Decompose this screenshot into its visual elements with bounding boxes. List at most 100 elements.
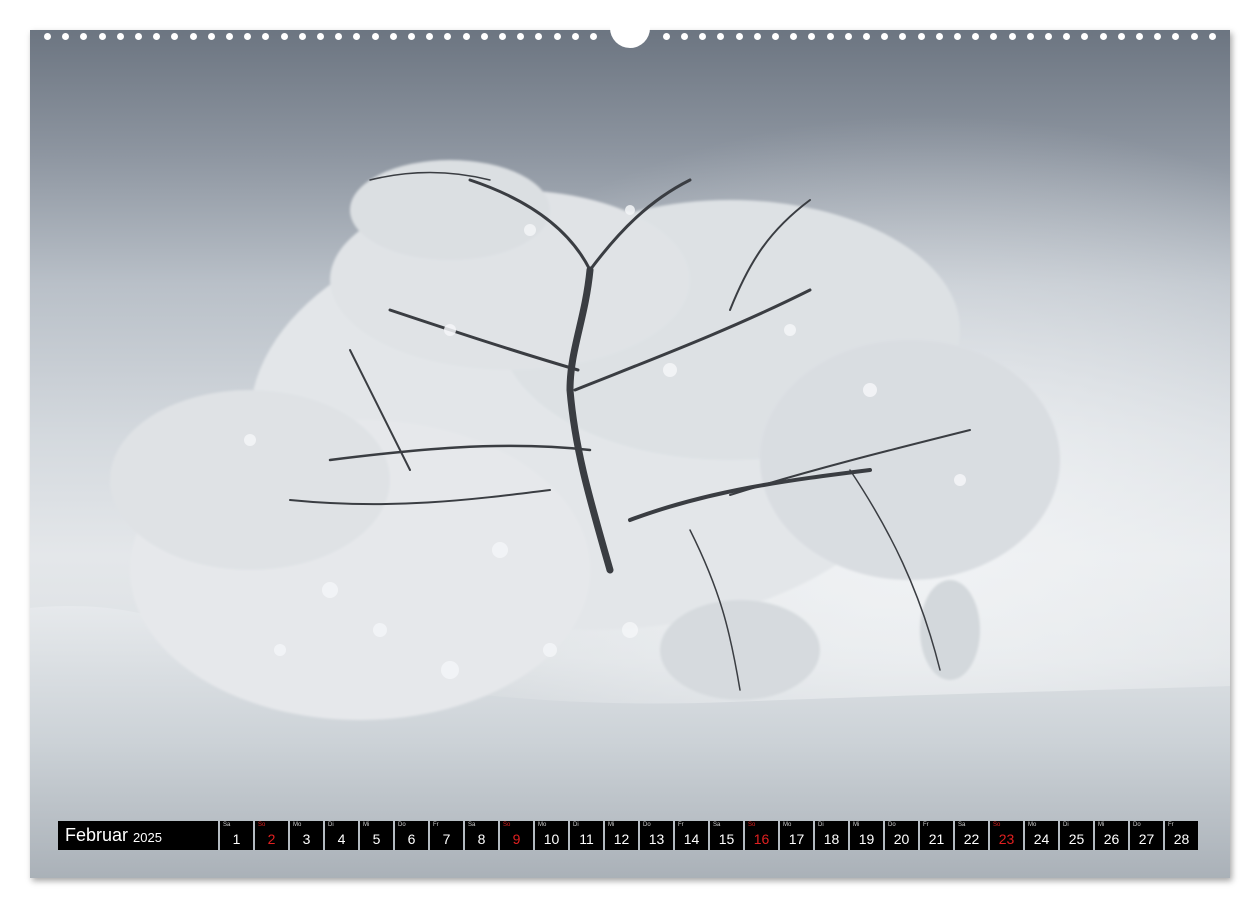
- binding-hole: [371, 33, 379, 40]
- binding-hole: [353, 33, 361, 40]
- day-weekday: Do: [643, 822, 651, 828]
- day-cell: So 9: [500, 821, 533, 850]
- day-weekday: Mo: [783, 822, 792, 828]
- month-label: Februar 2025: [58, 821, 218, 850]
- binding-hole: [1026, 33, 1034, 40]
- binding-hole: [244, 33, 252, 40]
- binding-hole: [1190, 33, 1198, 40]
- day-weekday: Sa: [958, 822, 966, 828]
- day-weekday: Mi: [363, 822, 370, 828]
- binding-hole: [317, 33, 324, 40]
- day-weekday: Do: [888, 822, 896, 828]
- day-weekday: Mi: [608, 822, 615, 828]
- binding-hole: [226, 33, 233, 40]
- binding-hole: [1154, 33, 1162, 40]
- day-cell: Mo 3: [290, 821, 323, 850]
- day-number: 26: [1103, 831, 1120, 847]
- binding-hole: [681, 33, 688, 40]
- binding-hole: [62, 33, 70, 40]
- day-weekday: Mi: [853, 822, 860, 828]
- day-number: 12: [613, 831, 630, 847]
- day-weekday: Di: [573, 822, 579, 828]
- day-number: 2: [267, 831, 276, 847]
- binding-hole: [444, 33, 452, 40]
- binding-hole: [207, 33, 215, 40]
- day-number: 14: [683, 831, 700, 847]
- binding-hole: [426, 33, 434, 40]
- binding-hole: [1136, 33, 1143, 40]
- day-cell: Mi 26: [1095, 821, 1128, 850]
- day-cell: Di 18: [815, 821, 848, 850]
- day-number: 13: [648, 831, 665, 847]
- binding-hole: [153, 33, 161, 40]
- binding-hole: [917, 33, 925, 40]
- day-number: 27: [1138, 831, 1155, 847]
- day-cell: Fr 21: [920, 821, 953, 850]
- day-cell: Mi 19: [850, 821, 883, 850]
- day-number: 10: [543, 831, 560, 847]
- day-number: 20: [893, 831, 910, 847]
- day-weekday: Di: [328, 822, 334, 828]
- day-number: 11: [579, 831, 594, 847]
- day-cell: Sa 22: [955, 821, 988, 850]
- binding-hole: [735, 33, 743, 40]
- binding-hole: [808, 33, 816, 40]
- binding-hole: [1008, 33, 1016, 40]
- day-weekday: Sa: [223, 822, 231, 828]
- day-cell: Sa 1: [220, 821, 253, 850]
- day-cell: Sa 15: [710, 821, 743, 850]
- day-number: 23: [998, 831, 1015, 847]
- day-weekday: Mo: [293, 822, 302, 828]
- binding-hole: [662, 33, 670, 40]
- day-number: 8: [477, 831, 486, 847]
- day-number: 15: [718, 831, 735, 847]
- photo-frosted-tree: [30, 30, 1230, 878]
- binding-hole: [517, 33, 525, 40]
- binding-hole: [699, 33, 707, 40]
- binding-hole: [389, 33, 397, 40]
- binding-hole: [772, 33, 779, 40]
- binding-hole: [1117, 33, 1125, 40]
- day-cell: So 23: [990, 821, 1023, 850]
- binding-hole: [44, 33, 51, 40]
- binding-hole: [553, 33, 561, 40]
- day-cell: Di 25: [1060, 821, 1093, 850]
- binding-hole: [116, 33, 124, 40]
- day-weekday: So: [503, 822, 511, 828]
- day-cell: Mo 17: [780, 821, 813, 850]
- binding-hole: [863, 33, 870, 40]
- day-weekday: Di: [1063, 822, 1069, 828]
- binding-hole: [571, 33, 579, 40]
- binding-hole: [499, 33, 506, 40]
- day-cell: Do 27: [1130, 821, 1163, 850]
- day-weekday: Sa: [713, 822, 721, 828]
- day-cell: Fr 7: [430, 821, 463, 850]
- day-cell: Do 20: [885, 821, 918, 850]
- binding-hole: [1063, 33, 1071, 40]
- binding-hole: [1045, 33, 1052, 40]
- month-name: Februar: [65, 825, 129, 845]
- day-weekday: Do: [1133, 822, 1141, 828]
- day-cell: Fr 28: [1165, 821, 1198, 850]
- day-cell: So 2: [255, 821, 288, 850]
- day-cell: Do 6: [395, 821, 428, 850]
- binding-hole: [1081, 33, 1089, 40]
- day-number: 22: [963, 831, 980, 847]
- day-number: 7: [442, 831, 451, 847]
- binding-hole: [462, 33, 470, 40]
- day-number: 1: [232, 831, 241, 847]
- day-weekday: Fr: [433, 822, 439, 828]
- day-cell: Di 11: [570, 821, 603, 850]
- day-number: 5: [372, 831, 381, 847]
- binding-hole: [972, 33, 980, 40]
- binding-hole: [990, 33, 998, 40]
- day-number: 4: [337, 831, 346, 847]
- day-number: 16: [753, 831, 770, 847]
- day-number: 25: [1068, 831, 1085, 847]
- day-weekday: Fr: [1168, 822, 1174, 828]
- binding-hole: [135, 33, 142, 40]
- binding-hole: [98, 33, 106, 40]
- day-weekday: Di: [818, 822, 824, 828]
- binding-hole: [935, 33, 943, 40]
- calendar-page: [30, 30, 1230, 878]
